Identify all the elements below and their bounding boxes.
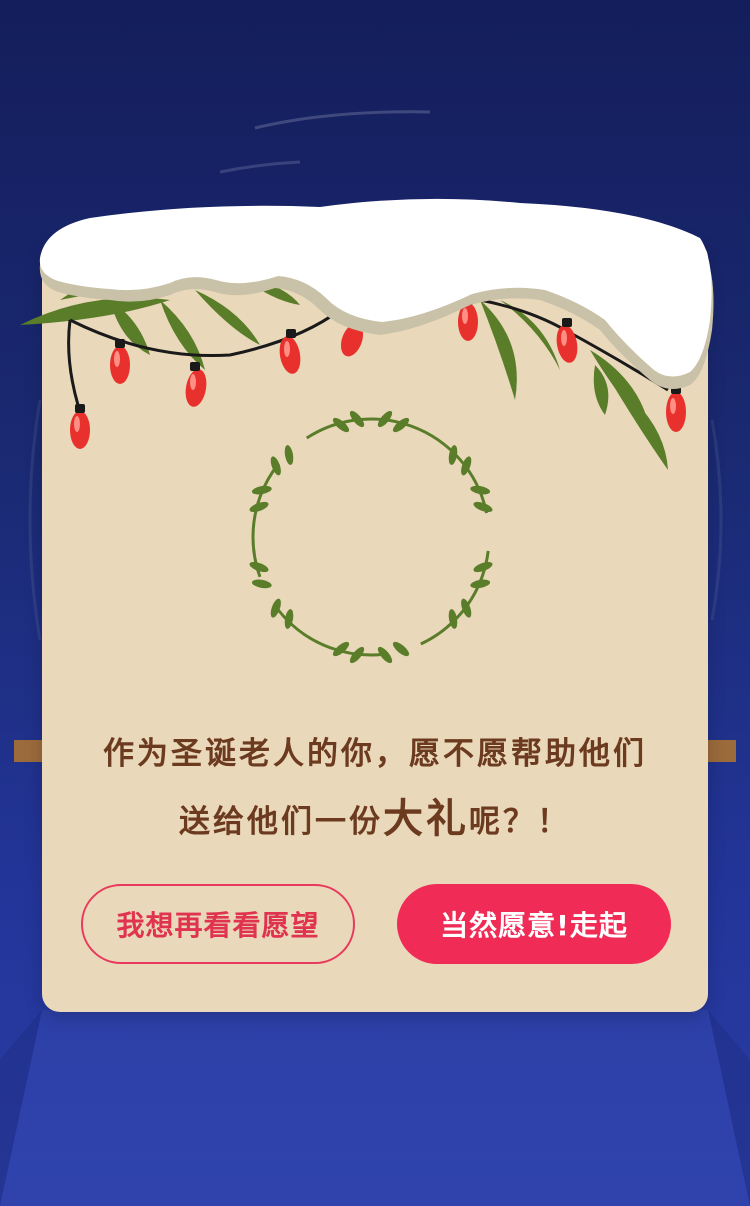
accept-go-button[interactable]: 当然愿意!走起	[397, 884, 671, 964]
christmas-scene: 作为圣诞老人的你，愿不愿帮助他们 送给他们一份大礼呢？！ 我想再看看愿望 当然愿…	[0, 0, 750, 1206]
message-emphasis: 大礼	[383, 796, 469, 842]
dialog-message-line2: 送给他们一份大礼呢？！	[0, 786, 750, 844]
message-suffix: 呢？！	[469, 804, 571, 840]
see-wishes-again-button[interactable]: 我想再看看愿望	[81, 884, 355, 964]
message-prefix: 送给他们一份	[179, 804, 383, 840]
dialog-message-line1: 作为圣诞老人的你，愿不愿帮助他们	[103, 736, 647, 772]
